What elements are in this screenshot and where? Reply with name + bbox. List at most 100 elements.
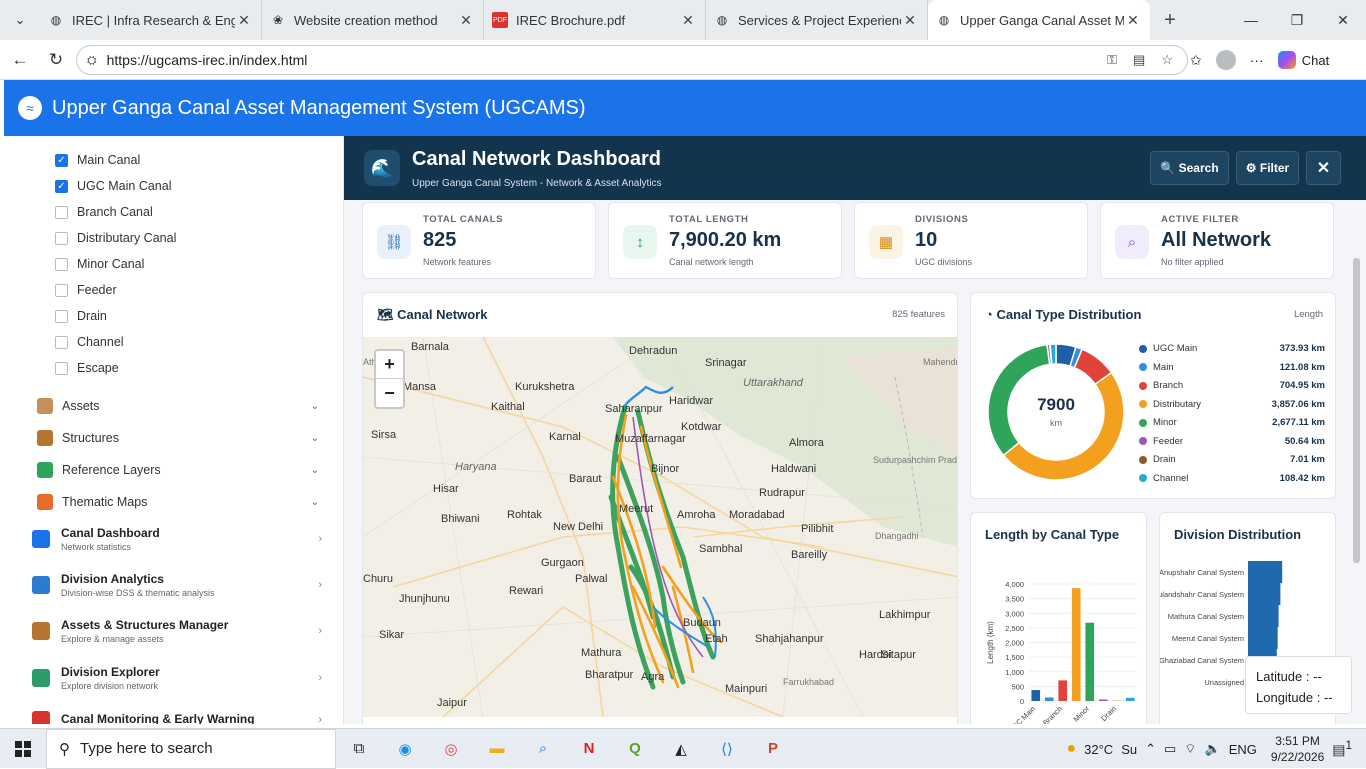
magnifier-app-icon[interactable]: ⌕ bbox=[520, 729, 566, 769]
sidebar-module[interactable]: Assets & Structures ManagerExplore & man… bbox=[32, 618, 322, 644]
vscode-icon[interactable]: ⟨⟩ bbox=[704, 729, 750, 769]
bar[interactable] bbox=[1031, 690, 1040, 701]
reader-icon[interactable]: ▤ bbox=[1133, 52, 1145, 68]
sidebar-module[interactable]: Division ExplorerExplore division networ… bbox=[32, 665, 322, 691]
url-field[interactable]: ⛭ https://ugcams-irec.in/index.html ⚿ ▤ … bbox=[76, 45, 1188, 75]
checkbox[interactable] bbox=[55, 336, 68, 349]
legend-item[interactable]: Channel108.42 km bbox=[1139, 473, 1325, 484]
browser-tab[interactable]: PDFIREC Brochure.pdf✕ bbox=[484, 0, 706, 40]
netflix-icon[interactable]: N bbox=[566, 729, 612, 769]
speaker-icon[interactable]: 🔈 bbox=[1205, 741, 1221, 757]
bar[interactable] bbox=[1045, 697, 1054, 701]
layer-toggle[interactable]: Escape bbox=[55, 361, 119, 375]
favorites-icon[interactable]: ✩ bbox=[1190, 52, 1202, 69]
legend-item[interactable]: UGC Main373.93 km bbox=[1139, 343, 1325, 354]
checkbox[interactable] bbox=[55, 362, 68, 375]
sidebar-module[interactable]: Canal DashboardNetwork statistics› bbox=[32, 526, 322, 552]
task-view-icon[interactable]: ⧉ bbox=[336, 729, 382, 769]
filter-button[interactable]: ⚙ Filter bbox=[1236, 151, 1299, 185]
weather-text[interactable]: Su bbox=[1121, 742, 1137, 757]
division-bar[interactable] bbox=[1248, 583, 1280, 605]
qgis-icon[interactable]: Q bbox=[612, 729, 658, 769]
site-info-icon[interactable]: ⛭ bbox=[87, 53, 97, 68]
bar[interactable] bbox=[1085, 623, 1094, 701]
checkbox[interactable] bbox=[55, 232, 68, 245]
legend-item[interactable]: Distributary3,857.06 km bbox=[1139, 399, 1325, 410]
bar[interactable] bbox=[1099, 700, 1108, 701]
close-icon[interactable]: ✕ bbox=[457, 12, 475, 29]
clock[interactable]: 3:51 PM 9/22/2026 bbox=[1271, 733, 1324, 765]
more-menu-icon[interactable]: ··· bbox=[1250, 52, 1264, 68]
zoom-in-button[interactable]: + bbox=[376, 351, 403, 379]
key-icon[interactable]: ⚿ bbox=[1107, 52, 1117, 68]
layer-toggle[interactable]: Minor Canal bbox=[55, 257, 144, 271]
windows-start-icon[interactable] bbox=[0, 729, 46, 769]
browser-tab[interactable]: ❀Website creation method✕ bbox=[262, 0, 484, 40]
tab-actions-chevron-icon[interactable]: ⌄ bbox=[0, 0, 40, 40]
temperature[interactable]: 32°C bbox=[1084, 742, 1113, 757]
copilot-chat-button[interactable]: Chat bbox=[1278, 51, 1329, 69]
reload-icon[interactable]: ↻ bbox=[38, 50, 74, 70]
layer-toggle[interactable]: Channel bbox=[55, 335, 124, 349]
tray-chevron-up-icon[interactable]: ⌃ bbox=[1145, 741, 1156, 757]
checkbox[interactable]: ✓ bbox=[55, 180, 68, 193]
layer-toggle[interactable]: Branch Canal bbox=[55, 205, 153, 219]
legend-item[interactable]: Minor2,677.11 km bbox=[1139, 417, 1325, 428]
layer-toggle[interactable]: Distributary Canal bbox=[55, 231, 176, 245]
taskbar-search-box[interactable]: ⚲Type here to search bbox=[46, 729, 336, 769]
restore-icon[interactable]: ❐ bbox=[1274, 0, 1320, 40]
division-bar[interactable] bbox=[1248, 627, 1278, 649]
layer-toggle[interactable]: ✓UGC Main Canal bbox=[55, 179, 171, 193]
browser-tab-active[interactable]: ◍Upper Ganga Canal Asset Man✕ bbox=[928, 0, 1150, 40]
back-arrow-icon[interactable]: ← bbox=[2, 50, 38, 70]
search-button[interactable]: 🔍 Search bbox=[1150, 151, 1229, 185]
powerpoint-icon[interactable]: P bbox=[750, 729, 796, 769]
profile-avatar[interactable] bbox=[1216, 50, 1236, 70]
battery-icon[interactable]: ▭ bbox=[1164, 741, 1176, 757]
checkbox[interactable] bbox=[55, 258, 68, 271]
legend-item[interactable]: Feeder50.64 km bbox=[1139, 436, 1325, 447]
close-icon[interactable]: ✕ bbox=[901, 12, 919, 29]
edge-browser-icon[interactable]: ◉ bbox=[382, 729, 428, 769]
bar[interactable] bbox=[1126, 698, 1135, 701]
sidebar-module[interactable]: Division AnalyticsDivision-wise DSS & th… bbox=[32, 572, 322, 598]
browser-tab[interactable]: ◍Services & Project Experience |✕ bbox=[706, 0, 928, 40]
network-icon[interactable]: ⌔ bbox=[1184, 741, 1196, 757]
sidebar-section[interactable]: Assets⌄ bbox=[37, 398, 319, 414]
layer-toggle[interactable]: ✓Main Canal bbox=[55, 153, 140, 167]
layer-toggle[interactable]: Drain bbox=[55, 309, 107, 323]
checkbox[interactable] bbox=[55, 206, 68, 219]
bar[interactable] bbox=[1072, 588, 1081, 701]
legend-item[interactable]: Drain7.01 km bbox=[1139, 454, 1325, 465]
page-scrollbar[interactable] bbox=[1353, 258, 1360, 563]
sidebar-module[interactable]: Canal Monitoring & Early Warning› bbox=[32, 711, 322, 724]
legend-item[interactable]: Branch704.95 km bbox=[1139, 380, 1325, 391]
chrome-icon[interactable]: ◎ bbox=[428, 729, 474, 769]
close-icon[interactable]: ✕ bbox=[679, 12, 697, 29]
new-tab-plus-icon[interactable]: + bbox=[1150, 9, 1190, 32]
close-dashboard-button[interactable]: ✕ bbox=[1306, 151, 1341, 185]
sidebar-section[interactable]: Structures⌄ bbox=[37, 430, 319, 446]
donut-slice[interactable] bbox=[1050, 344, 1056, 364]
canal-network-map[interactable]: BarnalaDehradunSrinagarMansaKurukshetraH… bbox=[363, 337, 958, 717]
acs-app-icon[interactable]: ◭ bbox=[658, 729, 704, 769]
checkbox[interactable] bbox=[55, 310, 68, 323]
checkbox[interactable]: ✓ bbox=[55, 154, 68, 167]
minimize-icon[interactable]: — bbox=[1228, 0, 1274, 40]
browser-tab[interactable]: ◍IREC | Infra Research & Engineering✕ bbox=[40, 0, 262, 40]
file-explorer-icon[interactable]: ▬ bbox=[474, 729, 520, 769]
division-bar[interactable] bbox=[1248, 605, 1279, 627]
notification-icon[interactable]: ▤1 bbox=[1332, 739, 1352, 759]
checkbox[interactable] bbox=[55, 284, 68, 297]
bar[interactable] bbox=[1058, 680, 1067, 701]
language-indicator[interactable]: ENG bbox=[1229, 742, 1257, 757]
sidebar-section[interactable]: Reference Layers⌄ bbox=[37, 462, 319, 478]
close-icon[interactable]: ✕ bbox=[1124, 12, 1142, 29]
close-window-icon[interactable]: ✕ bbox=[1320, 0, 1366, 40]
division-bar[interactable] bbox=[1248, 561, 1282, 583]
sidebar-section[interactable]: Thematic Maps⌄ bbox=[37, 494, 319, 510]
favorite-star-icon[interactable]: ☆ bbox=[1161, 52, 1173, 68]
layer-toggle[interactable]: Feeder bbox=[55, 283, 117, 297]
zoom-out-button[interactable]: − bbox=[376, 379, 403, 407]
legend-item[interactable]: Main121.08 km bbox=[1139, 362, 1325, 373]
